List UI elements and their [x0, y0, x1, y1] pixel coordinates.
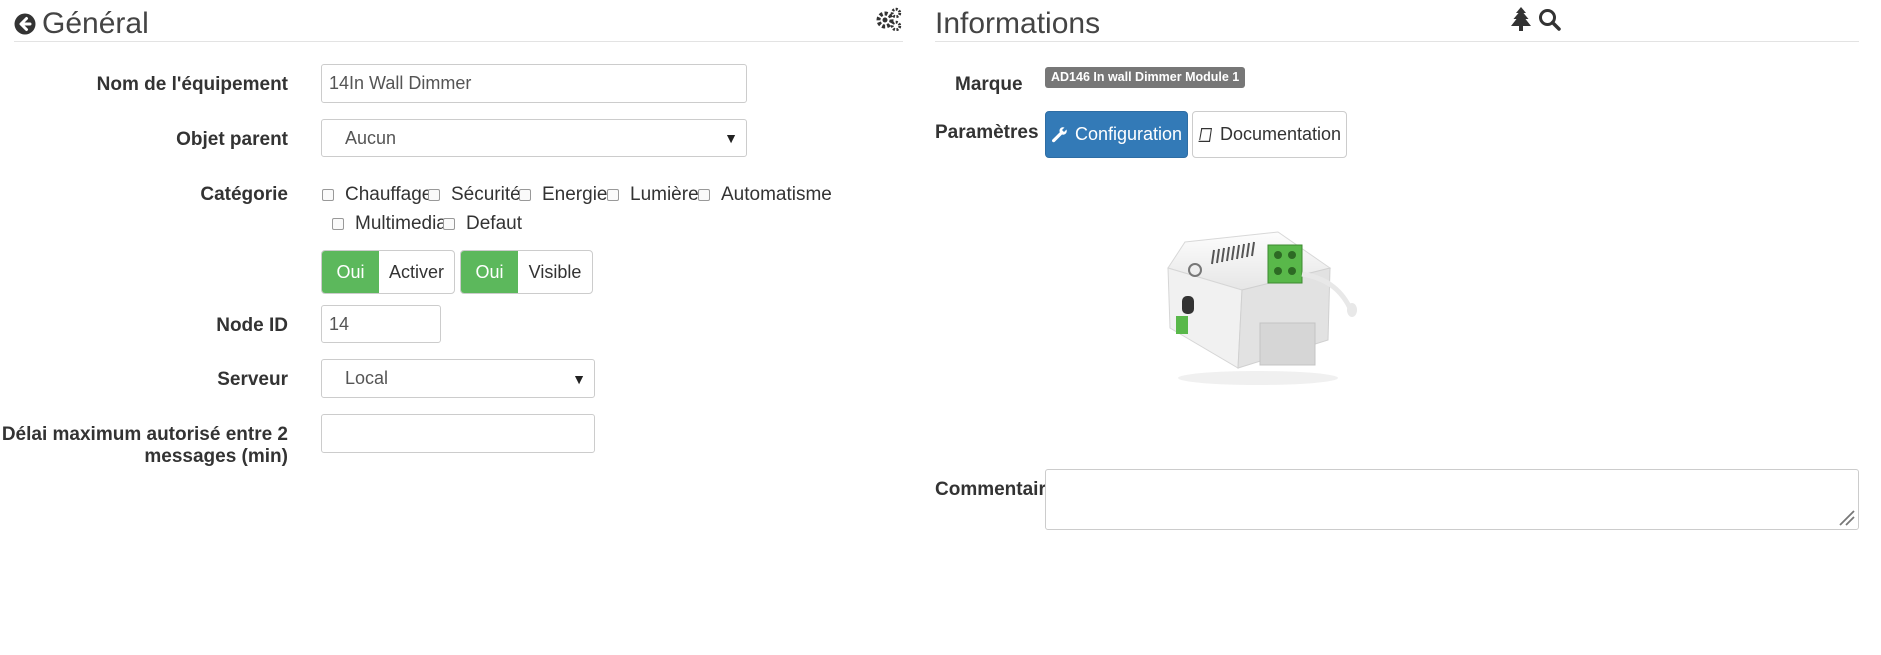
- delay-input[interactable]: [321, 414, 595, 453]
- category-chauffage[interactable]: Chauffage: [322, 184, 432, 206]
- checkbox[interactable]: [322, 189, 334, 201]
- parent-object-value: Aucun: [345, 127, 397, 148]
- caret-down-icon: ▼: [724, 130, 738, 146]
- server-select[interactable]: Local ▼: [321, 359, 595, 398]
- equipment-name-value: 14In Wall Dimmer: [329, 73, 472, 93]
- category-automatisme[interactable]: Automatisme: [698, 184, 832, 206]
- node-id-value: 14: [329, 313, 350, 334]
- delay-label: Délai maximum autorisé entre 2 messages …: [2, 424, 288, 468]
- cogs-icon[interactable]: [876, 7, 902, 31]
- general-title: Général: [42, 7, 149, 40]
- configuration-label: Configuration: [1074, 124, 1183, 144]
- visible-on[interactable]: Oui: [461, 251, 518, 293]
- delay-label-line2: messages (min): [144, 446, 288, 467]
- brand-badge: AD146 In wall Dimmer Module 1: [1045, 67, 1246, 88]
- visible-label: Visible: [528, 261, 582, 282]
- documentation-label: Documentation: [1219, 124, 1342, 144]
- checkbox[interactable]: [332, 218, 344, 230]
- brand-label: Marque: [955, 74, 1023, 95]
- params-label: Paramètres: [935, 122, 1039, 143]
- delay-label-line1: Délai maximum autorisé entre 2: [1, 424, 288, 445]
- activer-label: Activer: [388, 261, 444, 282]
- equipment-name-input[interactable]: 14In Wall Dimmer: [321, 64, 747, 103]
- informations-title: Informations: [935, 7, 1101, 40]
- activer-toggle[interactable]: Oui Activer: [321, 250, 455, 294]
- visible-toggle[interactable]: Oui Visible: [460, 250, 593, 294]
- checkbox[interactable]: [607, 189, 619, 201]
- parent-label: Objet parent: [176, 129, 288, 150]
- category-securite[interactable]: Sécurité: [428, 184, 521, 206]
- general-divider: [14, 41, 903, 42]
- category-lumiere[interactable]: Lumière: [607, 184, 699, 206]
- tree-icon[interactable]: [1510, 7, 1532, 31]
- back-arrow-icon[interactable]: [14, 13, 36, 35]
- node-id-input[interactable]: 14: [321, 305, 441, 343]
- parent-object-select[interactable]: Aucun ▼: [321, 119, 747, 157]
- checkbox[interactable]: [519, 189, 531, 201]
- activer-on[interactable]: Oui: [322, 251, 379, 293]
- category-defaut[interactable]: Defaut: [443, 213, 522, 235]
- checkbox[interactable]: [443, 218, 455, 230]
- caret-down-icon: ▼: [572, 370, 586, 387]
- comment-textarea[interactable]: [1045, 469, 1859, 530]
- category-energie[interactable]: Energie: [519, 184, 608, 206]
- server-value: Local: [345, 368, 389, 388]
- category-label: Catégorie: [200, 184, 288, 205]
- category-multimedia[interactable]: Multimedia: [332, 213, 447, 235]
- name-label: Nom de l'équipement: [96, 74, 288, 95]
- informations-divider: [935, 41, 1859, 42]
- documentation-button[interactable]: Documentation: [1192, 111, 1347, 158]
- search-icon[interactable]: [1538, 8, 1561, 31]
- device-image: [1167, 231, 1357, 385]
- server-label: Serveur: [217, 369, 288, 390]
- wrench-icon: [1051, 127, 1067, 143]
- comment-label: Commentaire: [935, 479, 1057, 500]
- node-id-label: Node ID: [216, 315, 288, 336]
- checkbox[interactable]: [428, 189, 440, 201]
- checkbox[interactable]: [698, 189, 710, 201]
- resize-handle-icon[interactable]: [1837, 508, 1855, 526]
- configuration-button[interactable]: Configuration: [1045, 111, 1188, 158]
- book-icon: [1198, 127, 1212, 142]
